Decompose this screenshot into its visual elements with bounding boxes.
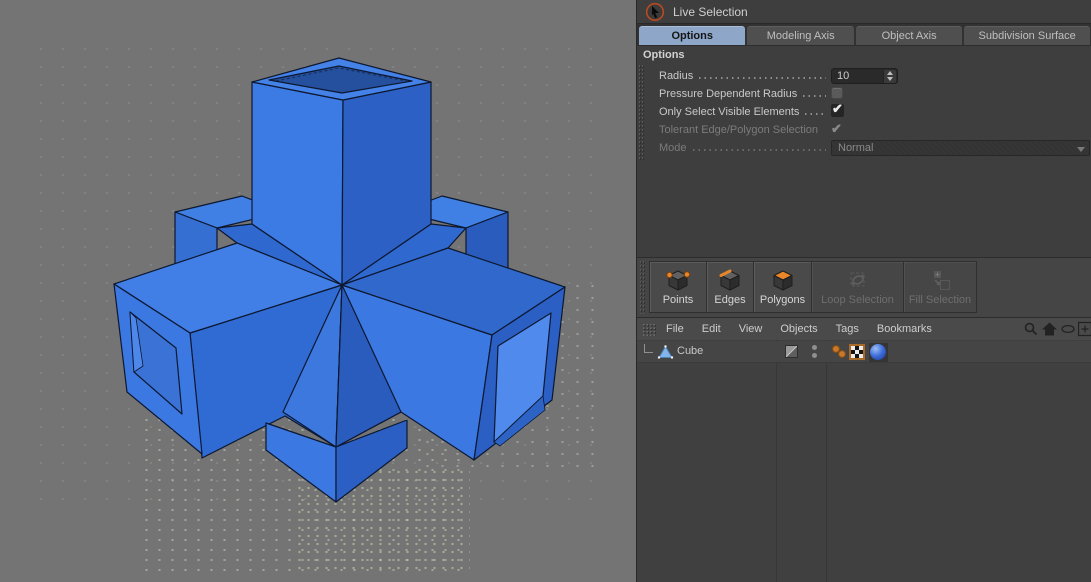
radius-label: Radius	[659, 70, 693, 82]
polygons-mode-button[interactable]: Polygons	[753, 261, 811, 313]
layer-icon[interactable]	[785, 345, 798, 358]
radius-row: Radius	[637, 67, 1091, 85]
menu-view[interactable]: View	[730, 323, 772, 335]
fill-selection-label: Fill Selection	[909, 294, 971, 306]
points-cube-icon	[665, 265, 691, 294]
phong-tag-icon[interactable]	[869, 343, 888, 362]
spinner-down-icon[interactable]	[887, 77, 893, 81]
menu-bookmarks[interactable]: Bookmarks	[868, 323, 941, 335]
tab-options[interactable]: Options	[639, 26, 745, 45]
edges-mode-button[interactable]: Edges	[706, 261, 753, 313]
object-name[interactable]: Cube	[677, 345, 703, 357]
object-manager-list[interactable]: Cube	[637, 340, 1091, 582]
mode-value: Normal	[838, 142, 873, 154]
tool-title: Live Selection	[673, 5, 748, 19]
object-manager-menubar: File Edit View Objects Tags Bookmarks	[637, 317, 1091, 340]
search-icon[interactable]	[1023, 321, 1039, 337]
edges-cube-icon	[717, 265, 743, 294]
cross-mesh-object	[114, 58, 565, 502]
points-label: Points	[663, 294, 694, 306]
spinner-up-icon[interactable]	[887, 71, 893, 75]
phong-sphere	[870, 344, 886, 360]
toolbar-grip[interactable]	[639, 260, 645, 314]
menu-file[interactable]: File	[657, 323, 693, 335]
tab-subdivision-surface[interactable]: Subdivision Surface	[964, 26, 1090, 45]
menu-edit[interactable]: Edit	[693, 323, 730, 335]
checkmark-icon: ✔	[832, 101, 843, 117]
mode-row: Mode Normal	[637, 139, 1091, 157]
tab-object-axis[interactable]: Object Axis	[856, 26, 962, 45]
polygons-cube-icon	[770, 265, 796, 294]
visible-elements-label: Only Select Visible Elements	[659, 106, 799, 118]
loop-selection-icon	[845, 265, 871, 294]
radius-spinner[interactable]	[883, 70, 896, 83]
mode-dropdown[interactable]: Normal	[831, 140, 1090, 156]
pressure-checkbox[interactable]	[831, 87, 843, 99]
eye-icon[interactable]	[1060, 321, 1076, 337]
mode-label: Mode	[659, 142, 687, 154]
selection-tag-icon[interactable]	[831, 343, 848, 361]
visible-elements-checkbox[interactable]: ✔	[831, 104, 844, 117]
attribute-tabbar: Options Modeling Axis Object Axis Subdiv…	[637, 23, 1091, 45]
menu-tags[interactable]: Tags	[827, 323, 868, 335]
edges-label: Edges	[714, 294, 745, 306]
loop-selection-label: Loop Selection	[821, 294, 894, 306]
viewport[interactable]	[0, 0, 636, 582]
radius-input[interactable]	[837, 69, 879, 83]
pressure-row: Pressure Dependent Radius	[637, 85, 1091, 103]
right-panel: Live Selection Options Modeling Axis Obj…	[636, 0, 1091, 582]
fill-selection-icon	[927, 265, 953, 294]
add-panel-icon[interactable]	[1078, 321, 1091, 337]
attribute-manager-header: Live Selection	[637, 0, 1091, 23]
tolerant-selection-label: Tolerant Edge/Polygon Selection	[659, 124, 818, 136]
polygon-object-icon	[657, 344, 674, 360]
options-section-header[interactable]: Options	[637, 45, 1091, 63]
column-divider	[776, 340, 777, 582]
cinema4d-window: Live Selection Options Modeling Axis Obj…	[0, 0, 1091, 582]
checkmark-disabled-icon: ✔	[831, 121, 842, 136]
tab-modeling-axis[interactable]: Modeling Axis	[747, 26, 853, 45]
dotted-leader	[803, 95, 826, 97]
hierarchy-branch-icon	[644, 344, 653, 353]
dotted-leader	[805, 113, 826, 115]
dotted-leader	[693, 149, 826, 151]
panel-handle-icon[interactable]	[642, 323, 657, 336]
fill-selection-button[interactable]: Fill Selection	[903, 261, 977, 313]
loop-selection-button[interactable]: Loop Selection	[811, 261, 903, 313]
dotted-leader	[699, 77, 826, 79]
tolerant-selection-row: Tolerant Edge/Polygon Selection ✔	[637, 121, 1091, 139]
object-row-cube[interactable]: Cube	[637, 341, 1091, 363]
radius-input-field[interactable]	[831, 68, 898, 84]
live-selection-icon	[645, 2, 665, 22]
render-visibility-toggle[interactable]	[812, 353, 817, 358]
uvw-tag-icon[interactable]	[849, 344, 865, 360]
editor-visibility-toggle[interactable]	[812, 345, 817, 350]
viewport-canvas[interactable]	[0, 0, 636, 582]
visible-elements-row: Only Select Visible Elements ✔	[637, 103, 1091, 121]
menu-objects[interactable]: Objects	[771, 323, 826, 335]
points-mode-button[interactable]: Points	[649, 261, 706, 313]
home-icon[interactable]	[1041, 321, 1058, 337]
column-divider	[826, 340, 827, 582]
polygons-label: Polygons	[760, 294, 805, 306]
pressure-label: Pressure Dependent Radius	[659, 88, 797, 100]
dropdown-arrow-icon	[1077, 147, 1085, 152]
